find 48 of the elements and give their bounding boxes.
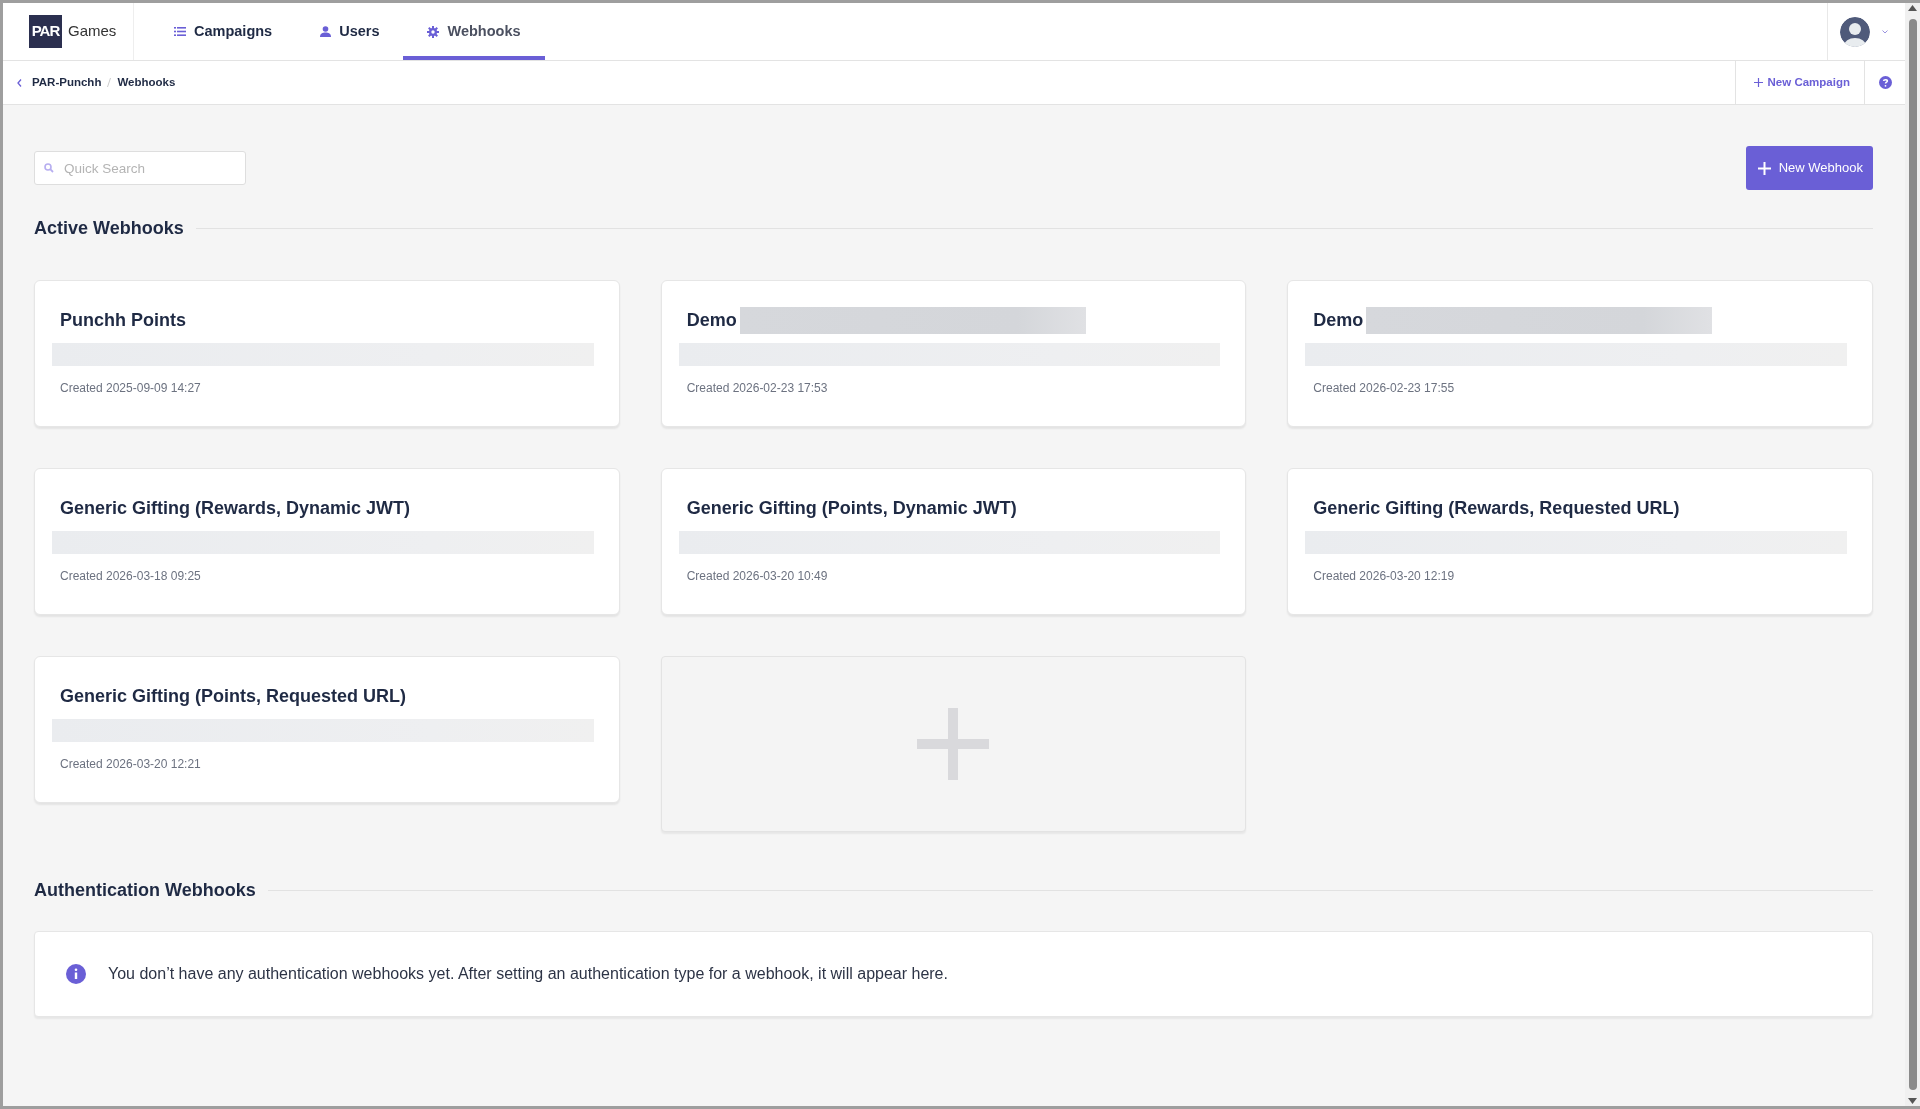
logo-text: Games: [68, 21, 117, 42]
plus-icon: [917, 707, 990, 780]
new-webhook-button[interactable]: New Webhook: [1745, 146, 1873, 190]
caret-icon[interactable]: [1882, 29, 1888, 34]
card-title: Demo: [1313, 309, 1364, 332]
webhook-card[interactable]: Generic Gifting (Rewards, Requested URL) Created 2026-03-20 12:19: [1287, 467, 1873, 615]
webhook-card[interactable]: Punchh Points Created 2025-09-09 14:27: [34, 279, 620, 427]
card-title: Demo: [686, 309, 737, 332]
nav-tab[interactable]: Users: [296, 3, 404, 60]
list-icon: [174, 27, 186, 36]
webhook-card[interactable]: Generic Gifting (Rewards, Dynamic JWT) Created 2026-03-18 09:25: [34, 467, 620, 615]
card-title: Generic Gifting (Points, Dynamic JWT): [686, 497, 1017, 520]
webhook-card[interactable]: Demo Created 2026-02-23 17:55: [1287, 279, 1873, 427]
back-icon[interactable]: [17, 78, 22, 87]
logo-mark[interactable]: PAR: [29, 15, 62, 48]
webhook-card[interactable]: Generic Gifting (Points, Dynamic JWT) Created 2026-03-20 10:49: [660, 467, 1247, 615]
section-heading: Active Webhooks: [34, 218, 184, 240]
user-icon: [320, 26, 332, 37]
separator-icon: [107, 78, 112, 87]
created-date: Created 2026-02-23 17:53: [686, 379, 829, 397]
webhook-card[interactable]: Demo Created 2026-02-23 17:53: [660, 279, 1247, 427]
created-date: Created 2026-03-20 10:49: [686, 567, 829, 585]
card-title: Generic Gifting (Rewards, Dynamic JWT): [60, 497, 411, 520]
avatar-icon[interactable]: [1840, 16, 1870, 47]
plus-icon: [1753, 78, 1763, 87]
info-message: You don’t have any authentication webhooks yet. After setting an authentication type for a webhook, it will appear here.: [108, 964, 948, 985]
section-heading: Authentication Webhooks: [34, 879, 256, 902]
settings-icon: [427, 25, 440, 38]
info-icon: [66, 964, 86, 985]
search-field[interactable]: Quick Search: [34, 151, 246, 185]
card-title: Punchh Points: [60, 309, 186, 332]
created-date: Created 2026-03-20 12:19: [1313, 567, 1456, 585]
card-title: Generic Gifting (Rewards, Requested URL): [1313, 497, 1680, 520]
card-title: Generic Gifting (Points, Requested URL): [60, 685, 407, 708]
breadcrumb-current[interactable]: Webhooks: [117, 73, 176, 92]
nav-tab[interactable]: Campaigns: [150, 3, 297, 60]
scroll-up-icon[interactable]: [1908, 5, 1917, 11]
scrollbar[interactable]: [1905, 3, 1920, 1106]
plus-icon: [1757, 161, 1771, 175]
created-date: Created 2026-02-23 17:55: [1313, 379, 1456, 397]
help-icon[interactable]: [1878, 76, 1892, 89]
scroll-down-icon[interactable]: [1908, 1098, 1917, 1104]
webhook-card[interactable]: Generic Gifting (Points, Requested URL) Created 2026-03-20 12:21: [34, 655, 620, 803]
created-date: Created 2025-09-09 14:27: [60, 379, 202, 397]
created-date: Created 2026-03-20 12:21: [60, 755, 202, 773]
created-date: Created 2026-03-18 09:25: [60, 567, 202, 585]
new-campaign-link[interactable]: New Campaign: [1734, 61, 1865, 104]
breadcrumb-link[interactable]: PAR-Punchh: [32, 73, 102, 92]
